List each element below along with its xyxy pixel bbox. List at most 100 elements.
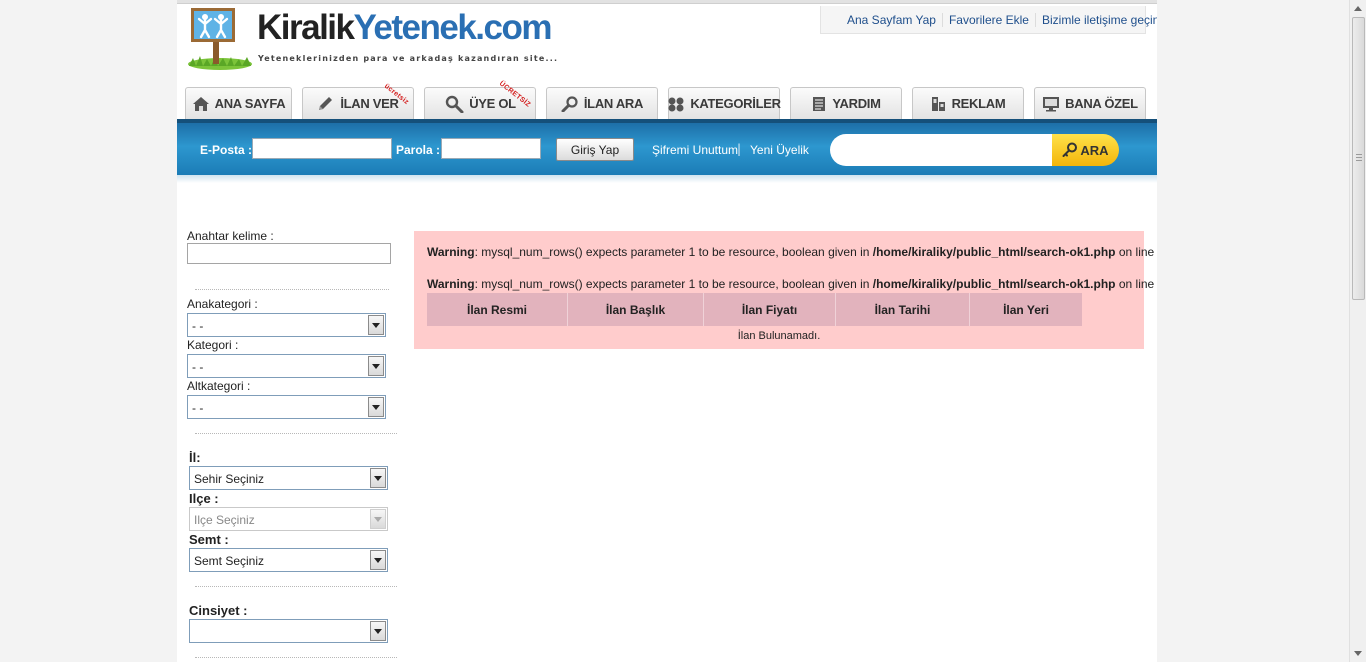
district-value: Ilçe Seçiniz [194, 513, 255, 527]
divider [195, 289, 389, 290]
warning-file: /home/kiraliky/public_html/search-ok1.ph… [872, 245, 1116, 259]
search-input[interactable] [830, 134, 1060, 166]
site-logo[interactable]: KiralikYetenek.com Yeteneklerinizden par… [187, 6, 557, 72]
tab-bana-ozel[interactable]: BANA ÖZEL [1034, 87, 1146, 119]
chevron-down-icon [368, 397, 384, 417]
link-separator: | [737, 142, 742, 156]
chevron-down-icon [370, 509, 386, 529]
divider [195, 586, 397, 587]
neighborhood-value: Semt Seçiniz [194, 554, 265, 568]
category-label: Kategori : [187, 338, 239, 352]
main-category-label: Anakategori : [187, 297, 258, 311]
gender-select[interactable] [189, 619, 388, 643]
city-select[interactable]: Sehir Seçiniz [189, 466, 388, 490]
tab-label: KATEGORİLER [690, 96, 781, 111]
keyword-label: Anahtar kelime : [187, 229, 274, 243]
email-field[interactable] [252, 138, 392, 159]
tab-ana-sayfa[interactable]: ANA SAYFA [185, 87, 292, 119]
subcategory-label: Altkategori : [187, 379, 251, 393]
password-field[interactable] [441, 138, 541, 159]
tab-label: ÜYE OL [469, 96, 516, 111]
bar-shade [177, 175, 1157, 183]
chevron-down-icon [370, 550, 386, 570]
warning-file: /home/kiraliky/public_html/search-ok1.ph… [872, 277, 1116, 291]
chevron-down-icon [370, 468, 386, 488]
warning-line-text: on line [1115, 245, 1157, 259]
user-search-icon [445, 95, 464, 113]
search-button[interactable]: ARA [1052, 134, 1119, 166]
neighborhood-select[interactable]: Semt Seçiniz [189, 548, 388, 572]
results-table-header: İlan Resmi İlan Başlık İlan Fiyatı İlan … [427, 293, 1082, 326]
login-bar: E-Posta : Parola : Giriş Yap Şifremi Unu… [177, 119, 1157, 183]
monitor-icon [1043, 96, 1060, 111]
search-button-label: ARA [1080, 142, 1109, 158]
logo-slogan: Yeteneklerinizden para ve arkadaş kazand… [258, 54, 559, 63]
gender-label: Cinsiyet : [189, 603, 248, 618]
category-value: - - [192, 360, 204, 374]
search-icon [561, 95, 578, 112]
results-panel: Warning : mysql_num_rows() expects parame… [414, 231, 1154, 349]
warning-message: : mysql_num_rows() expects parameter 1 t… [474, 277, 873, 291]
category-select[interactable]: - - [187, 354, 386, 378]
no-results-message: İlan Bulunamadı. [737, 330, 821, 342]
register-link[interactable]: Yeni Üyelik [750, 143, 809, 157]
pencil-icon [319, 96, 333, 110]
district-label: Ilçe : [189, 491, 219, 506]
scroll-down-icon[interactable] [1354, 651, 1362, 656]
tab-label: ANA SAYFA [214, 96, 286, 111]
phone-icon [931, 96, 945, 111]
search-key-icon [1062, 142, 1078, 157]
forgot-password-link[interactable]: Şifremi Unuttum [652, 143, 738, 157]
divider [195, 657, 397, 658]
top-links: Ana Sayfam Yap Favorilere Ekle Bizimle i… [820, 6, 1157, 34]
chevron-down-icon [368, 356, 384, 376]
tab-label: REKLAM [951, 96, 1006, 111]
column-header: İlan Resmi [427, 293, 568, 326]
column-header: İlan Başlık [568, 293, 704, 326]
grip-icon [1356, 154, 1362, 161]
tab-reklam[interactable]: REKLAM [912, 87, 1024, 119]
scrollbar-thumb[interactable] [1352, 17, 1365, 300]
page: KiralikYetenek.com Yeteneklerinizden par… [177, 0, 1157, 662]
tab-ilan-ver[interactable]: İLAN VER ücretsiz [302, 83, 414, 119]
subcategory-select[interactable]: - - [187, 395, 386, 419]
add-favorites-link[interactable]: Favorilere Ekle [941, 12, 1035, 27]
tab-label: İLAN VER [340, 96, 399, 111]
column-header: İlan Fiyatı [704, 293, 836, 326]
warning-line-text: on line [1115, 277, 1157, 291]
scroll-up-icon[interactable] [1354, 6, 1362, 11]
tab-label: İLAN ARA [583, 96, 644, 111]
vertical-scrollbar[interactable] [1349, 0, 1366, 662]
divider [195, 433, 397, 434]
keyword-input[interactable] [187, 243, 391, 264]
set-homepage-link[interactable]: Ana Sayfam Yap [821, 13, 942, 27]
district-select[interactable]: Ilçe Seçiniz [189, 507, 388, 531]
top-border [177, 0, 1157, 4]
subcategory-value: - - [192, 401, 204, 415]
city-value: Sehir Seçiniz [194, 472, 265, 486]
main-category-value: - - [192, 319, 204, 333]
logo-part-1: Kiralik [257, 8, 355, 47]
document-icon [813, 96, 826, 111]
column-header: İlan Yeri [970, 293, 1082, 326]
main-nav: ANA SAYFA İLAN VER ücretsiz ÜYE OL ÜCRET… [185, 80, 1149, 119]
column-header: İlan Tarihi [836, 293, 970, 326]
neighborhood-label: Semt : [189, 532, 229, 547]
city-label: İl: [189, 450, 201, 465]
main-category-select[interactable]: - - [187, 313, 386, 337]
logo-part-2: Yetenek.com [353, 8, 553, 47]
password-label: Parola : [396, 143, 441, 157]
login-button[interactable]: Giriş Yap [556, 138, 634, 161]
tab-kategoriler[interactable]: KATEGORİLER [668, 87, 781, 119]
warning-prefix: Warning [427, 245, 475, 259]
tab-uye-ol[interactable]: ÜYE OL ÜCRETSİZ [424, 80, 536, 119]
chevron-down-icon [370, 621, 386, 641]
tab-yardim[interactable]: YARDIM [790, 87, 902, 119]
php-warning: Warning: mysql_num_rows() expects parame… [427, 245, 1157, 259]
php-warning: Warning: mysql_num_rows() expects parame… [427, 277, 1157, 291]
tab-ilan-ara[interactable]: İLAN ARA [546, 87, 658, 119]
email-label: E-Posta : [200, 143, 253, 157]
logo-sign-icon [188, 8, 252, 70]
tab-label: YARDIM [832, 96, 881, 111]
contact-link[interactable]: Bizimle iletişime geçin [1034, 12, 1157, 27]
